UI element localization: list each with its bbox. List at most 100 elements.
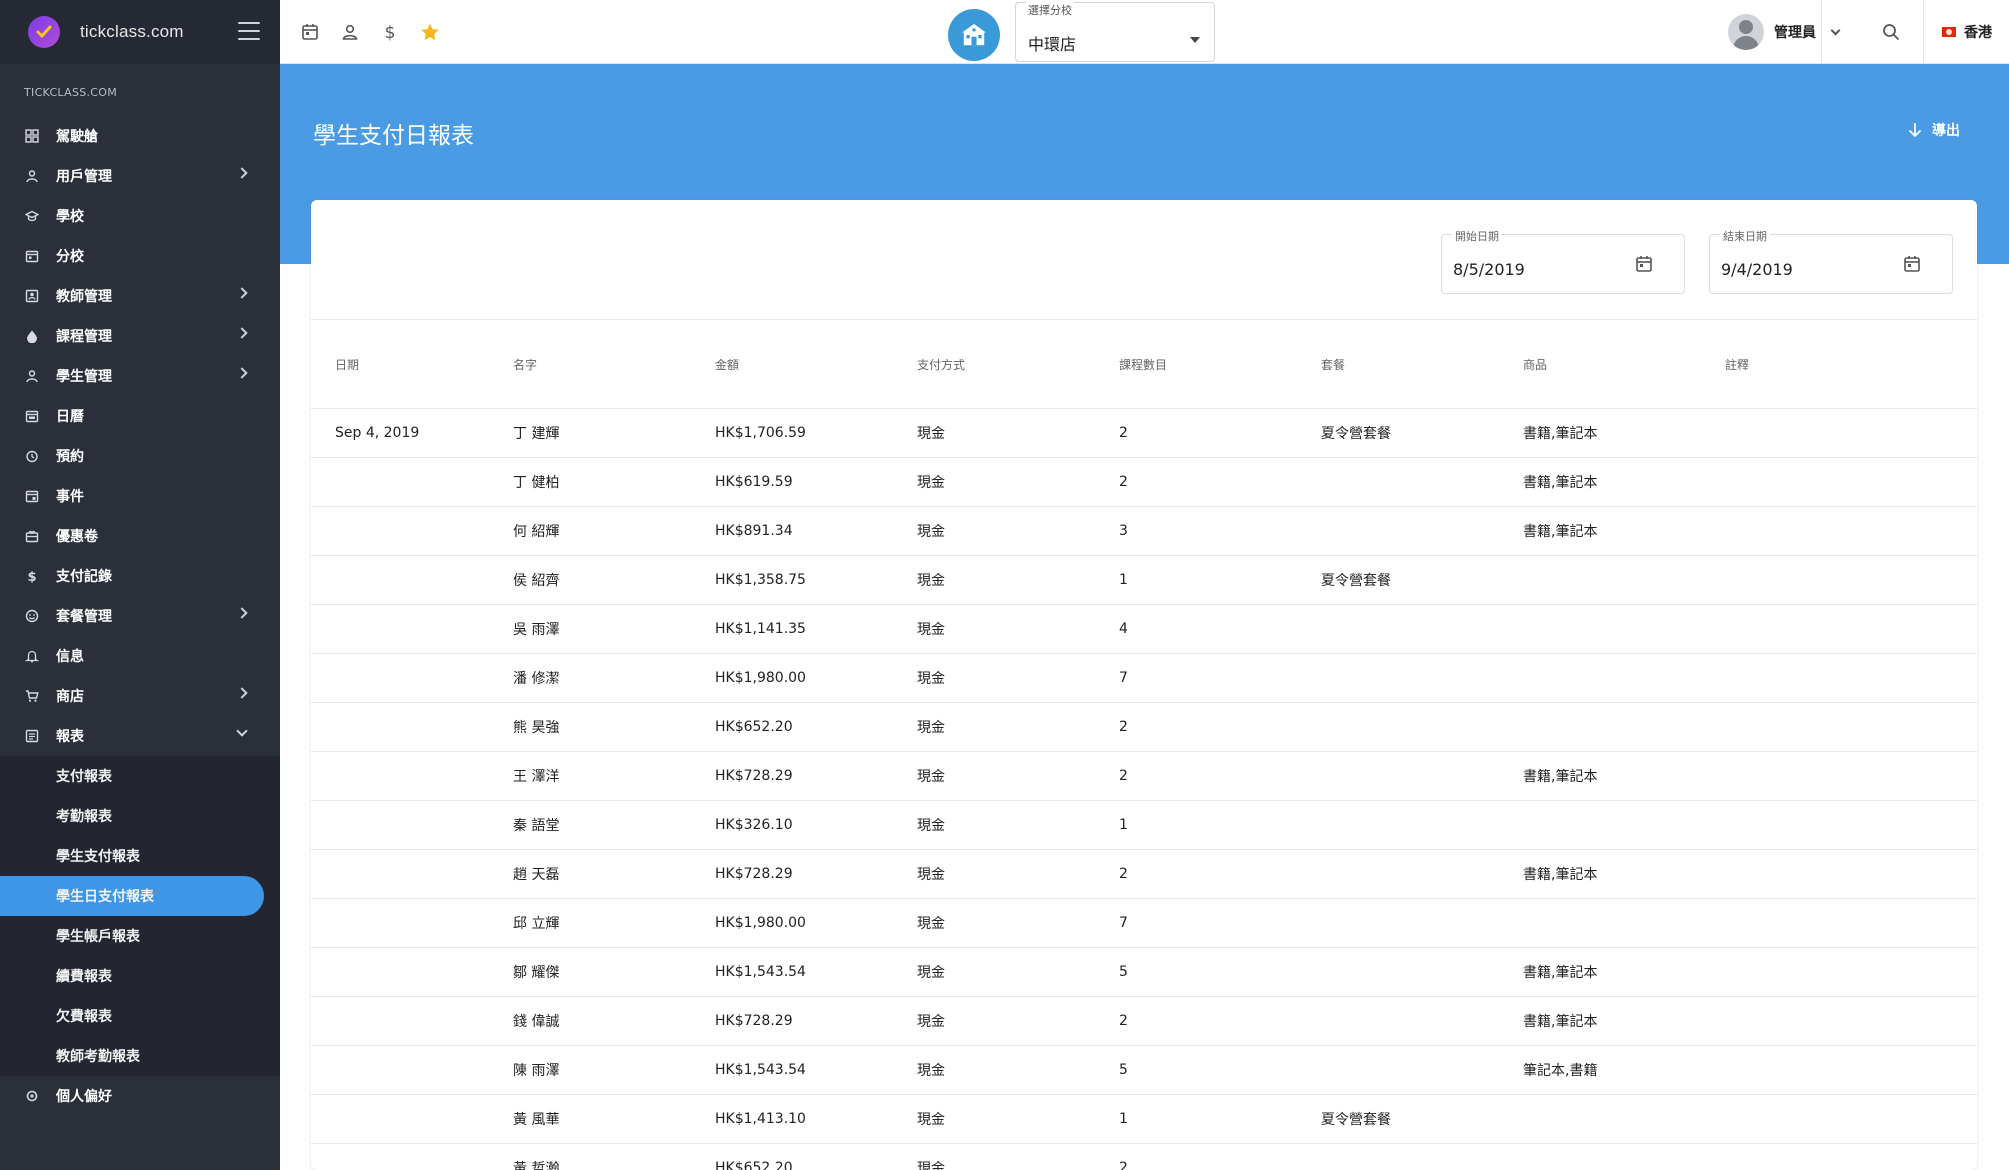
- user-menu[interactable]: 管理員: [1728, 12, 1841, 52]
- table-cell: [311, 1045, 513, 1095]
- sidebar-item-5[interactable]: 課程管理: [0, 316, 280, 356]
- sidebar-item-12[interactable]: 套餐管理: [0, 596, 280, 636]
- table-cell: 現金: [917, 1045, 1119, 1095]
- table-cell: 夏令營套餐: [1321, 408, 1523, 458]
- table-cell: [311, 947, 513, 997]
- table-cell: 現金: [917, 506, 1119, 556]
- end-date-field[interactable]: 結束日期 9/4/2019: [1709, 228, 1953, 294]
- table-cell: 黃 哲瀚: [513, 1143, 715, 1170]
- sidebar-item-10[interactable]: 優惠卷: [0, 516, 280, 556]
- table-cell: HK$652.20: [715, 702, 917, 752]
- table-cell: 2: [1119, 1143, 1321, 1170]
- sidebar: tickclass.com TICKCLASS.COM 駕駛艙 用戶管理 學校 分校教…: [0, 0, 280, 1170]
- table-cell: [311, 751, 513, 801]
- report-submenu-item[interactable]: 支付報表: [0, 756, 280, 796]
- sidebar-item-label: 日曆: [56, 409, 84, 425]
- sidebar-item-label: 支付記錄: [56, 569, 112, 585]
- table-cell: [1321, 898, 1523, 948]
- table-cell: [311, 996, 513, 1046]
- table-cell: 現金: [917, 653, 1119, 703]
- table-cell: [311, 702, 513, 752]
- sidebar-item-label: 教師管理: [56, 289, 112, 305]
- table-cell: [311, 604, 513, 654]
- column-header[interactable]: 名字: [513, 320, 715, 409]
- column-header[interactable]: 套餐: [1321, 320, 1523, 409]
- search-icon[interactable]: [1879, 20, 1903, 44]
- branch-select-label: 選擇分校: [1026, 2, 1074, 18]
- menu-toggle-icon[interactable]: [238, 22, 260, 40]
- sidebar-item-label: 套餐管理: [56, 609, 112, 625]
- calendar-icon[interactable]: [298, 20, 322, 44]
- export-label: 導出: [1932, 123, 1960, 139]
- table-cell: [311, 1143, 513, 1170]
- table-cell: 現金: [917, 1143, 1119, 1170]
- report-submenu-item[interactable]: 考勤報表: [0, 796, 280, 836]
- report-submenu-item[interactable]: 欠費報表: [0, 996, 280, 1036]
- table-cell: [1523, 555, 1725, 605]
- column-header[interactable]: 商品: [1523, 320, 1725, 409]
- sidebar-item-13[interactable]: 信息: [0, 636, 280, 676]
- start-date-field[interactable]: 開始日期 8/5/2019: [1441, 228, 1685, 294]
- sidebar-item-6[interactable]: 學生管理: [0, 356, 280, 396]
- report-submenu-item[interactable]: 學生支付報表: [0, 836, 280, 876]
- table-cell: HK$1,980.00: [715, 898, 917, 948]
- table-row: 錢 偉誠 HK$728.29 現金 2 書籍,筆記本: [311, 996, 1977, 1046]
- table-cell: 2: [1119, 849, 1321, 899]
- sidebar-item-14[interactable]: 商店: [0, 676, 280, 716]
- column-header[interactable]: 課程數目: [1119, 320, 1321, 409]
- user-name: 管理員: [1774, 25, 1816, 41]
- table-cell: [1725, 506, 1977, 556]
- table-cell: [311, 506, 513, 556]
- table-cell: 現金: [917, 408, 1119, 458]
- sidebar-item-1[interactable]: 用戶管理: [0, 156, 280, 196]
- table-cell: 2: [1119, 702, 1321, 752]
- table-row: 秦 語堂 HK$326.10 現金 1: [311, 800, 1977, 850]
- column-header[interactable]: 支付方式: [917, 320, 1119, 409]
- sidebar-item-11[interactable]: $ 支付記錄: [0, 556, 280, 596]
- top-bar: $ 選擇分校 中環店 管理員 香港: [280, 0, 2009, 64]
- table-cell: [1523, 604, 1725, 654]
- star-icon[interactable]: [418, 20, 442, 44]
- table-cell: 7: [1119, 653, 1321, 703]
- table-cell: 書籍,筆記本: [1523, 751, 1725, 801]
- date-filters: 開始日期 8/5/2019 結束日期 9/4/2019: [311, 200, 1977, 320]
- sidebar-item-15[interactable]: 報表: [0, 716, 280, 756]
- sidebar-item-7[interactable]: 日曆: [0, 396, 280, 436]
- table-cell: 侯 紹齊: [513, 555, 715, 605]
- end-date-value: 9/4/2019: [1721, 260, 1793, 279]
- column-header[interactable]: 金額: [715, 320, 917, 409]
- table-cell: HK$619.59: [715, 457, 917, 507]
- table-cell: 4: [1119, 604, 1321, 654]
- sidebar-item-8[interactable]: 預約: [0, 436, 280, 476]
- report-submenu-item[interactable]: 學生帳戶報表: [0, 916, 280, 956]
- person-icon[interactable]: [338, 20, 362, 44]
- table-cell: [1321, 1143, 1523, 1170]
- report-submenu-item[interactable]: 續費報表: [0, 956, 280, 996]
- language-switcher[interactable]: 香港: [1942, 22, 1992, 42]
- table-cell: [311, 898, 513, 948]
- sidebar-item-9[interactable]: 事件: [0, 476, 280, 516]
- report-submenu-item[interactable]: 學生日支付報表: [0, 876, 264, 916]
- table-cell: [1321, 653, 1523, 703]
- sidebar-item-label: 報表: [56, 729, 84, 745]
- dollar-icon[interactable]: $: [378, 20, 402, 44]
- table-cell: HK$1,980.00: [715, 653, 917, 703]
- table-cell: [311, 457, 513, 507]
- hong-kong-flag-icon: [1942, 27, 1956, 37]
- chevron-right-icon: [236, 167, 248, 179]
- column-header[interactable]: 日期: [311, 320, 513, 409]
- table-row: 黃 哲瀚 HK$652.20 現金 2: [311, 1143, 1977, 1170]
- table-cell: [1725, 849, 1977, 899]
- sidebar-item-preferences[interactable]: 個人偏好: [0, 1076, 280, 1116]
- sidebar-item-3[interactable]: 分校: [0, 236, 280, 276]
- branch-select[interactable]: 選擇分校 中環店: [1015, 2, 1215, 62]
- table-cell: [1725, 996, 1977, 1046]
- brand-name: tickclass.com: [80, 22, 184, 41]
- sidebar-item-0[interactable]: 駕駛艙: [0, 116, 280, 156]
- column-header[interactable]: 註釋: [1725, 320, 1977, 409]
- table-cell: [1321, 751, 1523, 801]
- report-submenu-item[interactable]: 教師考勤報表: [0, 1036, 280, 1076]
- sidebar-item-4[interactable]: 教師管理: [0, 276, 280, 316]
- export-button[interactable]: 導出: [1906, 120, 1960, 140]
- sidebar-item-2[interactable]: 學校: [0, 196, 280, 236]
